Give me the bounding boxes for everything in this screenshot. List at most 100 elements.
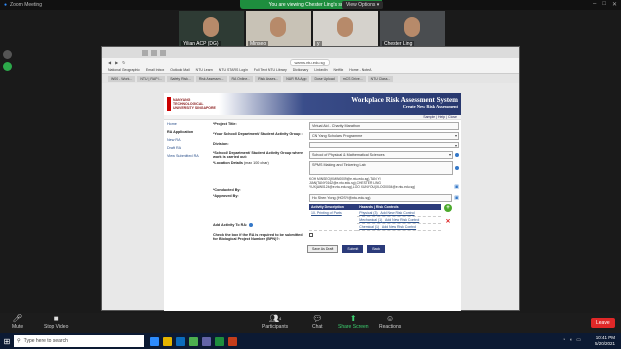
browser-tab[interactable]: NTU Class... xyxy=(367,75,394,82)
project-title-label: *Project Title: xyxy=(213,122,237,126)
nav-home[interactable]: Home xyxy=(164,120,208,128)
add-activity-icon[interactable]: + xyxy=(444,204,452,212)
browser-tab[interactable]: Dose Upload xyxy=(311,75,338,82)
banner-title: Workplace Risk Assessment System xyxy=(351,96,458,104)
browser-tab[interactable]: Risk Assessm... xyxy=(195,75,227,82)
school-label: *Your School/ Department/ Student Activi… xyxy=(213,132,303,136)
delete-activity-icon[interactable]: ✕ xyxy=(445,218,450,225)
approved-by-field[interactable]: Ho Shen Yong (HOSY@ntu.edu.sg) xyxy=(309,194,453,202)
zoom-app-icon[interactable] xyxy=(150,336,159,346)
nav-draft-ra[interactable]: Draft RA xyxy=(164,144,208,152)
nav-ra-application[interactable]: RA Application xyxy=(164,128,208,136)
browser-tab[interactable]: W00 - Work... xyxy=(108,75,136,82)
window-controls: – □ ✕ xyxy=(593,1,617,8)
close-icon[interactable]: ✕ xyxy=(612,1,617,8)
browser-tab[interactable]: Safety Risk... xyxy=(167,75,194,82)
participant-avatar xyxy=(203,17,219,37)
hazard-link[interactable]: Chemical (1) xyxy=(359,225,379,229)
address-book-icon[interactable]: ▣ xyxy=(454,195,459,201)
video-tile[interactable]: Yilian ACP (DG) xyxy=(179,11,244,48)
excel-icon[interactable] xyxy=(215,336,224,346)
bookmark-item[interactable]: National Geographic xyxy=(108,68,140,72)
window-title: Zoom Meeting xyxy=(10,2,42,8)
video-tiles: Yilian ACP (DG) Minseo y Chester Ling xyxy=(179,11,445,48)
project-title-input[interactable]: Virtual Aid - Charity Marathon xyxy=(309,122,459,130)
bpn-checkbox[interactable] xyxy=(309,233,313,237)
wras-page: NANYANG TECHNOLOGICAL UNIVERSITY SINGAPO… xyxy=(164,93,461,311)
location-textarea[interactable]: SPMS Making and Tinkering Lab xyxy=(309,161,453,175)
hazard-link[interactable]: Mechanical (1) xyxy=(359,218,382,222)
info-icon[interactable] xyxy=(455,153,459,157)
participants-button[interactable]: 👥︎ 4 Participants xyxy=(262,314,288,330)
browser-tab[interactable]: mCS Drive... xyxy=(339,75,366,82)
edge-icon[interactable] xyxy=(176,336,185,346)
stop-video-button[interactable]: ■ Stop Video xyxy=(44,314,68,330)
info-icon[interactable] xyxy=(3,50,12,59)
add-control-link[interactable]: Add New Risk Control xyxy=(382,225,416,229)
chat-label: Chat xyxy=(312,324,323,330)
leave-button[interactable]: Leave xyxy=(591,318,615,328)
help-links[interactable]: Sample | Help | Close xyxy=(164,115,461,120)
url-field[interactable]: wams.ntu.edu.sg xyxy=(289,58,330,66)
info-icon[interactable] xyxy=(455,166,459,170)
maximize-icon[interactable]: □ xyxy=(602,1,606,8)
video-tile[interactable]: y xyxy=(313,11,378,48)
add-control-link[interactable]: Add New Risk Control xyxy=(380,211,414,215)
bookmark-item[interactable]: Full Text NTU Library xyxy=(254,68,287,72)
windows-start-icon[interactable]: ⊞ xyxy=(0,333,14,349)
browser-tab[interactable]: Risk Asses... xyxy=(255,75,282,82)
mute-button[interactable]: 🎤︎ Mute xyxy=(12,314,23,330)
taskbar-clock[interactable]: 10:41 PM 5/20/2021 xyxy=(595,335,615,347)
bookmark-item[interactable]: Netflix xyxy=(334,68,344,72)
reload-icon[interactable]: ↻ xyxy=(122,60,125,65)
reactions-button[interactable]: ☺ Reactions xyxy=(379,314,401,330)
bookmark-item[interactable]: NTU Learn xyxy=(196,68,213,72)
nav-view-submitted-ra[interactable]: View Submitted RA xyxy=(164,152,208,160)
chat-icon: 💬︎ xyxy=(312,314,323,323)
browser-tab[interactable]: RA Online... xyxy=(228,75,254,82)
teams-icon[interactable] xyxy=(202,336,211,346)
back-icon[interactable]: ◀ xyxy=(108,60,111,65)
taskbar-search[interactable]: ⚲ Type here to search xyxy=(14,335,144,347)
bookmark-item[interactable]: Home - NoteA xyxy=(349,68,371,72)
browser-tab[interactable]: NUR RA App xyxy=(283,75,310,82)
video-tile[interactable]: Chester Ling xyxy=(380,11,445,48)
bookmark-item[interactable]: NTU STARS Login xyxy=(219,68,248,72)
bookmark-item[interactable]: Outlook Mail xyxy=(170,68,189,72)
chrome-icon[interactable] xyxy=(189,336,198,346)
video-tile[interactable]: Minseo xyxy=(246,11,311,48)
activity-link[interactable]: 10. Printing of Parts xyxy=(309,210,358,231)
browser-tab[interactable]: NTU | RAP l... xyxy=(137,75,166,82)
chat-button[interactable]: 💬︎ Chat xyxy=(312,314,323,330)
nav-new-ra[interactable]: New RA xyxy=(164,136,208,144)
share-screen-button[interactable]: ⬆ Share Screen xyxy=(338,314,369,330)
save-draft-button[interactable]: Save As Draft xyxy=(307,245,339,253)
school-select[interactable]: CN Yang Scholars Programme xyxy=(309,132,459,140)
tab-icon[interactable] xyxy=(142,49,148,56)
info-icon[interactable] xyxy=(249,223,254,228)
tab-icon[interactable] xyxy=(160,49,166,56)
add-control-link[interactable]: Add New Risk Control xyxy=(385,218,419,222)
tab-icon[interactable] xyxy=(151,49,157,56)
file-explorer-icon[interactable] xyxy=(163,336,172,346)
bookmark-item[interactable]: LinkedIn xyxy=(314,68,327,72)
volume-icon[interactable]: ◖ xyxy=(569,337,572,343)
view-options-button[interactable]: View Options ▾ xyxy=(342,1,384,9)
wifi-icon[interactable]: ◔ xyxy=(562,337,565,343)
form-buttons: Save As Draft Submit Back xyxy=(307,245,459,253)
minimize-icon[interactable]: – xyxy=(593,1,596,8)
participant-avatar xyxy=(337,17,353,37)
bookmark-item[interactable]: Dictionary xyxy=(293,68,309,72)
battery-icon[interactable]: ▭ xyxy=(576,337,581,343)
submit-button[interactable]: Submit xyxy=(342,245,364,253)
bookmark-item[interactable]: Email Inbox xyxy=(146,68,164,72)
camera-icon: ■ xyxy=(53,314,59,323)
work-school-select[interactable]: School of Physical & Mathematical Scienc… xyxy=(309,151,453,159)
back-button[interactable]: Back xyxy=(367,245,386,253)
forward-icon[interactable]: ▶ xyxy=(115,60,118,65)
search-placeholder: Type here to search xyxy=(23,338,68,344)
hazard-link[interactable]: Physical (3) xyxy=(359,211,377,215)
division-select[interactable] xyxy=(309,142,459,148)
powerpoint-icon[interactable] xyxy=(228,336,237,346)
address-book-icon[interactable]: ▣ xyxy=(454,184,459,190)
